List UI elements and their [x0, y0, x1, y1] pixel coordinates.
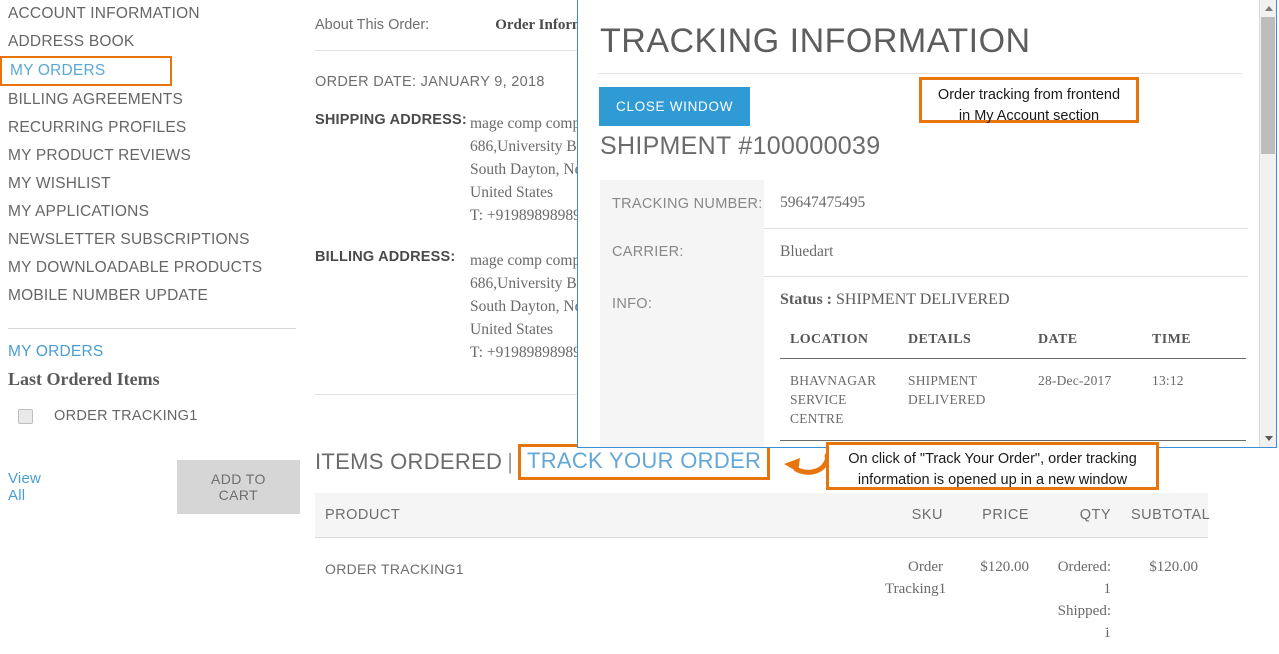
sidebar-item-billing-agreements[interactable]: BILLING AGREEMENTS	[0, 86, 300, 114]
item-sku: Order Tracking1	[875, 538, 953, 654]
shipment-info-label: INFO:	[600, 276, 764, 447]
address-line: T: +919898989898	[470, 341, 589, 364]
shipment-info-row: INFO:Status : SHIPMENT DELIVEREDLOCATION…	[600, 276, 1248, 447]
shipping-address-lines: mage comp comp686,University BoSouth Day…	[470, 112, 589, 227]
close-window-button[interactable]: CLOSE WINDOW	[599, 87, 750, 126]
item-qty-shipped: 1	[1049, 622, 1111, 644]
sidebar-item-my-wishlist[interactable]: MY WISHLIST	[0, 170, 300, 198]
modal-vertical-scrollbar[interactable]	[1259, 0, 1276, 447]
item-qty-ordered-label: Ordered:	[1049, 556, 1111, 578]
shipment-status-value: SHIPMENT DELIVERED	[832, 291, 1009, 308]
sidebar-item-my-product-reviews[interactable]: MY PRODUCT REVIEWS	[0, 142, 300, 170]
address-line: United States	[470, 318, 589, 341]
item-qty-ordered: 1	[1049, 578, 1111, 600]
shipment-status-line: Status : SHIPMENT DELIVERED	[780, 291, 1248, 313]
billing-address-label: BILLING ADDRESS:	[315, 249, 470, 364]
address-line: South Dayton, Ne	[470, 158, 589, 181]
scroll-up-arrow-icon[interactable]	[1260, 0, 1277, 17]
item-product-name: ORDER TRACKING1	[315, 538, 875, 654]
billing-address-lines: mage comp comp686,University BoSouth Day…	[470, 249, 589, 364]
sidebar-my-orders-heading[interactable]: MY ORDERS	[0, 329, 300, 361]
sidebar-item-recurring-profiles[interactable]: RECURRING PROFILES	[0, 114, 300, 142]
event-location: BHAVNAGAR SERVICE CENTRE	[780, 358, 898, 440]
address-line: 686,University Bo	[470, 272, 589, 295]
items-col-product: PRODUCT	[315, 493, 875, 538]
last-ordered-actions: View All ADD TO CART	[0, 424, 300, 514]
shipment-field-value: 59647475495	[764, 180, 1248, 228]
items-separator: |	[507, 449, 513, 475]
shipment-field-label: TRACKING NUMBER:	[600, 180, 764, 228]
shipment-field-value: Bluedart	[764, 228, 1248, 276]
shipment-info-value: Status : SHIPMENT DELIVEREDLOCATIONDETAI…	[764, 276, 1248, 447]
account-nav-list: ACCOUNT INFORMATIONADDRESS BOOKMY ORDERS…	[0, 0, 300, 310]
items-col-subtotal: SUBTOTAL	[1121, 493, 1208, 538]
sidebar-item-my-downloadable-products[interactable]: MY DOWNLOADABLE PRODUCTS	[0, 254, 300, 282]
last-ordered-item-row: ORDER TRACKING1	[0, 390, 300, 424]
tracking-window-content: TRACKING INFORMATION CLOSE WINDOW SHIPME…	[578, 0, 1260, 447]
event-time: 13:12	[1142, 358, 1246, 440]
items-col-qty: QTY	[1039, 493, 1121, 538]
events-col-location: LOCATION	[780, 328, 898, 359]
tracking-events-table: LOCATIONDETAILSDATETIMEBHAVNAGAR SERVICE…	[780, 328, 1246, 448]
sidebar-item-mobile-number-update[interactable]: MOBILE NUMBER UPDATE	[0, 282, 300, 310]
sidebar-item-my-applications[interactable]: MY APPLICATIONS	[0, 198, 300, 226]
events-header-row: LOCATIONDETAILSDATETIME	[780, 328, 1246, 359]
events-col-date: DATE	[1028, 328, 1142, 359]
item-qty: Ordered:1Shipped:1	[1039, 538, 1121, 654]
account-sidebar: ACCOUNT INFORMATIONADDRESS BOOKMY ORDERS…	[0, 0, 300, 514]
tracking-event-row: BHAVNAGAR SERVICE CENTRESHIPMENT DELIVER…	[780, 358, 1246, 440]
event-details: SHIPMENT DELIVERED	[898, 358, 1028, 440]
annotation-bottom: On click of "Track Your Order", order tr…	[826, 442, 1159, 490]
about-this-order-label: About This Order:	[315, 17, 429, 33]
items-col-sku: SKU	[875, 493, 953, 538]
scrollbar-thumb[interactable]	[1261, 17, 1275, 154]
add-to-cart-button[interactable]: ADD TO CART	[177, 460, 300, 514]
items-table-header-row: PRODUCTSKUPRICEQTYSUBTOTAL	[315, 493, 1208, 538]
item-price: $120.00	[953, 538, 1039, 654]
items-ordered-title: ITEMS ORDERED	[315, 449, 502, 475]
sidebar-item-address-book[interactable]: ADDRESS BOOK	[0, 28, 300, 56]
shipment-heading: SHIPMENT #100000039	[578, 126, 1260, 161]
shipping-address-label: SHIPPING ADDRESS:	[315, 112, 470, 227]
shipment-field-row: CARRIER:Bluedart	[600, 228, 1248, 276]
items-table-row: ORDER TRACKING1Order Tracking1$120.00Ord…	[315, 538, 1208, 654]
last-ordered-item-label: ORDER TRACKING1	[54, 408, 198, 424]
item-qty-shipped-label: Shipped:	[1049, 600, 1111, 622]
tracking-information-window: TRACKING INFORMATION CLOSE WINDOW SHIPME…	[577, 0, 1277, 448]
shipment-field-row: TRACKING NUMBER:59647475495	[600, 180, 1248, 228]
items-col-price: PRICE	[953, 493, 1039, 538]
pointer-arrow-icon	[776, 442, 832, 482]
shipment-details-table: TRACKING NUMBER:59647475495CARRIER:Blued…	[600, 180, 1248, 447]
events-col-time: TIME	[1142, 328, 1246, 359]
address-line: South Dayton, Ne	[470, 295, 589, 318]
shipment-status-prefix: Status :	[780, 291, 832, 308]
address-line: 686,University Bo	[470, 135, 589, 158]
scroll-down-arrow-icon[interactable]	[1260, 430, 1277, 447]
item-subtotal: $120.00	[1121, 538, 1208, 654]
track-your-order-link[interactable]: TRACK YOUR ORDER	[518, 444, 770, 480]
last-ordered-checkbox[interactable]	[18, 409, 33, 424]
address-line: mage comp comp	[470, 249, 589, 272]
tracking-title-divider	[598, 73, 1242, 74]
address-line: United States	[470, 181, 589, 204]
events-col-details: DETAILS	[898, 328, 1028, 359]
sidebar-item-my-orders[interactable]: MY ORDERS	[0, 56, 172, 86]
sidebar-item-account-information[interactable]: ACCOUNT INFORMATION	[0, 0, 300, 28]
event-date: 28-Dec-2017	[1028, 358, 1142, 440]
annotation-top: Order tracking from frontend in My Accou…	[919, 77, 1139, 123]
last-ordered-items-heading: Last Ordered Items	[0, 361, 300, 390]
shipment-field-label: CARRIER:	[600, 228, 764, 276]
tracking-window-title: TRACKING INFORMATION	[578, 0, 1260, 62]
address-line: mage comp comp	[470, 112, 589, 135]
address-line: T: +919898989898	[470, 204, 589, 227]
view-all-link[interactable]: View All	[8, 470, 57, 504]
sidebar-item-newsletter-subscriptions[interactable]: NEWSLETTER SUBSCRIPTIONS	[0, 226, 300, 254]
